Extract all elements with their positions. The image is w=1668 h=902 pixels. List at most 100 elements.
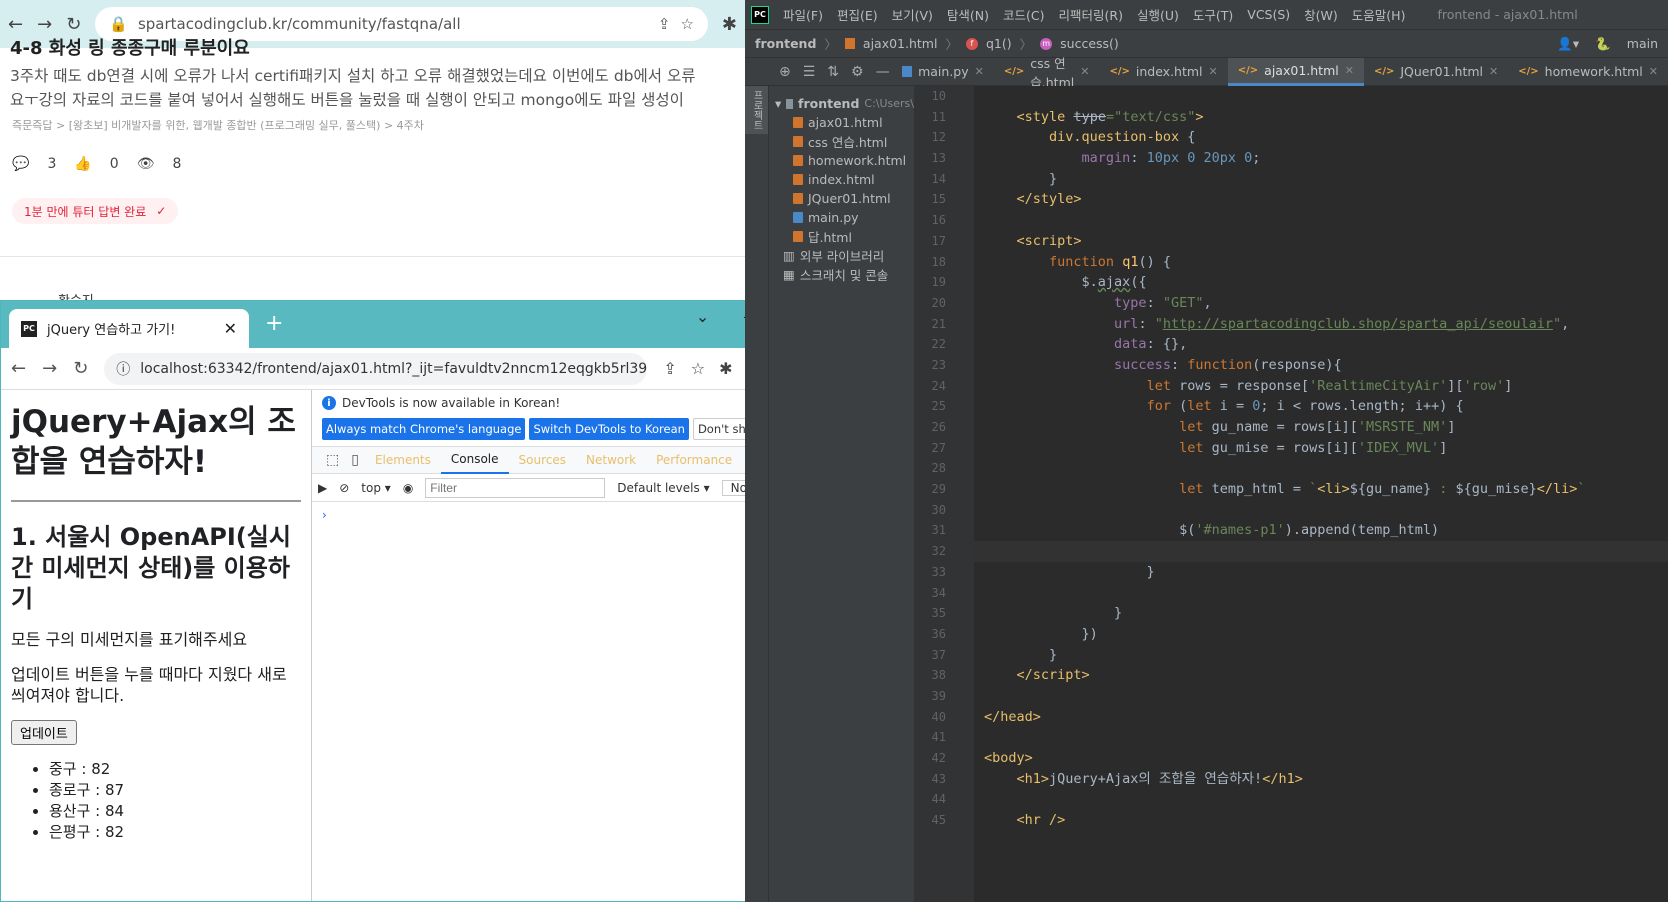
bookmark-star-icon[interactable]: ☆ xyxy=(691,359,705,378)
editor-tab[interactable]: </> css 연습.html ✕ xyxy=(994,56,1100,90)
locate-icon[interactable]: ⊕ xyxy=(779,64,791,80)
like-count: 0 xyxy=(109,156,119,172)
info-icon: i xyxy=(322,396,336,410)
tab-network[interactable]: Network xyxy=(576,446,646,474)
tree-file[interactable]: JQuer01.html xyxy=(769,189,914,208)
device-toggle-icon[interactable]: ▯ xyxy=(345,452,365,468)
console-filter-input[interactable] xyxy=(425,477,606,498)
inspect-icon[interactable]: ⬚ xyxy=(320,452,345,468)
line-number-gutter: 10 11 12 13 14 15 16 17 18 19 20 21 22 23 24 25 26 27 28 29… xyxy=(914,86,974,902)
ide-breadcrumb: frontend 〉 ajax01.html 〉 f q1() 〉 m success… xyxy=(745,30,1668,58)
crumb-callback[interactable]: success() xyxy=(1060,36,1119,51)
crumb-file[interactable]: ajax01.html xyxy=(863,36,938,51)
tab-elements[interactable]: Elements xyxy=(365,446,441,474)
html-file-icon xyxy=(793,155,803,166)
forward-icon[interactable]: → xyxy=(37,14,52,35)
reload-icon[interactable]: ↻ xyxy=(73,358,88,379)
post-body[interactable]: 3주차 때도 db연결 시에 오류가 나서 certifi패키지 설치 하고 오… xyxy=(10,64,745,112)
share-icon[interactable]: ⇪ xyxy=(663,359,676,378)
close-tab-icon[interactable]: ✕ xyxy=(1345,64,1354,77)
bookmark-star-icon[interactable]: ☆ xyxy=(680,15,693,33)
reload-icon[interactable]: ↻ xyxy=(66,14,81,35)
editor-tab[interactable]: main.py ✕ xyxy=(892,58,994,86)
tab-console[interactable]: Console xyxy=(440,446,509,474)
hide-icon[interactable]: — xyxy=(876,64,890,80)
tree-file[interactable]: homework.html xyxy=(769,151,914,170)
editor-tab[interactable]: </> index.html ✕ xyxy=(1099,58,1227,86)
pycharm-favicon-icon: PC xyxy=(21,320,37,337)
info-icon[interactable]: ⓘ xyxy=(116,359,130,379)
tab-performance[interactable]: Performance xyxy=(646,446,742,474)
project-tool-button[interactable]: 프로젝트 xyxy=(745,86,768,134)
thumbs-up-icon[interactable]: 👍 xyxy=(74,156,91,172)
editor-tab[interactable]: </> JQuer01.html ✕ xyxy=(1364,58,1508,86)
user-icon[interactable]: 👤▾ xyxy=(1557,36,1579,52)
close-tab-icon[interactable]: ✕ xyxy=(1080,65,1089,78)
tree-file[interactable]: index.html xyxy=(769,170,914,189)
extensions-icon[interactable]: ✱ xyxy=(719,359,732,378)
menu-vcs[interactable]: VCS(S) xyxy=(1247,7,1290,22)
menu-navigate[interactable]: 탐색(N) xyxy=(947,5,989,24)
close-tab-icon[interactable]: ✕ xyxy=(1209,65,1218,78)
html-file-icon xyxy=(793,117,803,128)
address-bar[interactable]: ⓘ localhost:63342/frontend/ajax01.html?_… xyxy=(104,352,648,385)
post-title[interactable]: 4-8 화성 링 종종구매 루분이요 xyxy=(10,34,250,60)
tab-search-icon[interactable]: ⌄ xyxy=(696,307,709,326)
share-icon[interactable]: ⇪ xyxy=(658,15,671,33)
code-editor[interactable]: <style type="text/css"> div.question-box… xyxy=(974,86,1668,902)
tree-scratches[interactable]: ▦ 스크래치 및 콘솔 xyxy=(769,265,914,284)
levels-select[interactable]: Default levels ▾ xyxy=(617,481,709,495)
tree-file-label: homework.html xyxy=(808,153,907,168)
collapse-icon[interactable]: ☰ xyxy=(803,64,816,80)
menu-window[interactable]: 창(W) xyxy=(1304,5,1338,24)
list-item: 용산구 : 84 xyxy=(49,801,301,822)
tree-file[interactable]: main.py xyxy=(769,208,914,227)
close-tab-icon[interactable]: ✕ xyxy=(1489,65,1498,78)
menu-edit[interactable]: 편집(E) xyxy=(837,5,878,24)
menu-run[interactable]: 실행(U) xyxy=(1137,5,1179,24)
menu-help[interactable]: 도움말(H) xyxy=(1352,5,1406,24)
close-tab-icon[interactable]: ✕ xyxy=(975,65,984,78)
back-icon[interactable]: ← xyxy=(8,14,23,35)
python-file-icon xyxy=(793,212,803,223)
menu-file[interactable]: 파일(F) xyxy=(783,5,823,24)
tree-external-libraries[interactable]: ▥ 외부 라이브러리 xyxy=(769,246,914,265)
close-tab-icon[interactable]: ✕ xyxy=(224,319,237,338)
switch-korean-button[interactable]: Switch DevTools to Korean xyxy=(529,418,689,440)
extensions-icon[interactable]: ✱ xyxy=(722,14,737,35)
settings-gear-icon[interactable]: ⚙ xyxy=(851,64,864,80)
line-number: 12 xyxy=(931,130,946,145)
update-button[interactable]: 업데이트 xyxy=(11,720,77,745)
menu-code[interactable]: 코드(C) xyxy=(1003,5,1044,24)
crumb-function[interactable]: q1() xyxy=(986,36,1012,51)
eye-icon[interactable]: ◉ xyxy=(403,481,413,495)
tree-file[interactable]: css 연습.html xyxy=(769,132,914,151)
editor-tab-label: homework.html xyxy=(1544,64,1643,79)
close-tab-icon[interactable]: ✕ xyxy=(1649,65,1658,78)
new-tab-icon[interactable]: + xyxy=(265,311,283,336)
line-number: 21 xyxy=(931,316,946,331)
editor-tab-active[interactable]: </> ajax01.html ✕ xyxy=(1227,57,1364,86)
tree-root[interactable]: ▾ frontend C:\Users\ xyxy=(769,94,914,113)
tab-sources[interactable]: Sources xyxy=(509,446,576,474)
menu-tools[interactable]: 도구(T) xyxy=(1193,5,1233,24)
menu-refactor[interactable]: 리팩터링(R) xyxy=(1059,5,1123,24)
expand-icon[interactable]: ⇅ xyxy=(827,64,839,80)
editor-tab[interactable]: </> homework.html ✕ xyxy=(1508,58,1668,86)
line-number: 37 xyxy=(931,647,946,662)
forward-icon[interactable]: → xyxy=(42,358,57,379)
folder-icon xyxy=(786,98,793,109)
match-language-button[interactable]: Always match Chrome's language xyxy=(322,418,526,440)
menu-view[interactable]: 보기(V) xyxy=(892,5,933,24)
browser-tab-active[interactable]: PC jQuery 연습하고 가기! ✕ xyxy=(9,309,249,348)
tree-file-label: css 연습.html xyxy=(808,135,888,150)
run-config-select[interactable]: main xyxy=(1627,36,1658,51)
clear-console-icon[interactable]: ⊘ xyxy=(339,481,349,495)
tree-file[interactable]: ajax01.html xyxy=(769,113,914,132)
back-icon[interactable]: ← xyxy=(11,358,26,379)
sidebar-toggle-icon[interactable]: ▶ xyxy=(318,481,327,495)
context-select[interactable]: top ▾ xyxy=(361,481,391,495)
crumb-project[interactable]: frontend xyxy=(755,36,816,51)
line-number: 43 xyxy=(931,771,946,786)
tree-file[interactable]: 답.html xyxy=(769,227,914,246)
